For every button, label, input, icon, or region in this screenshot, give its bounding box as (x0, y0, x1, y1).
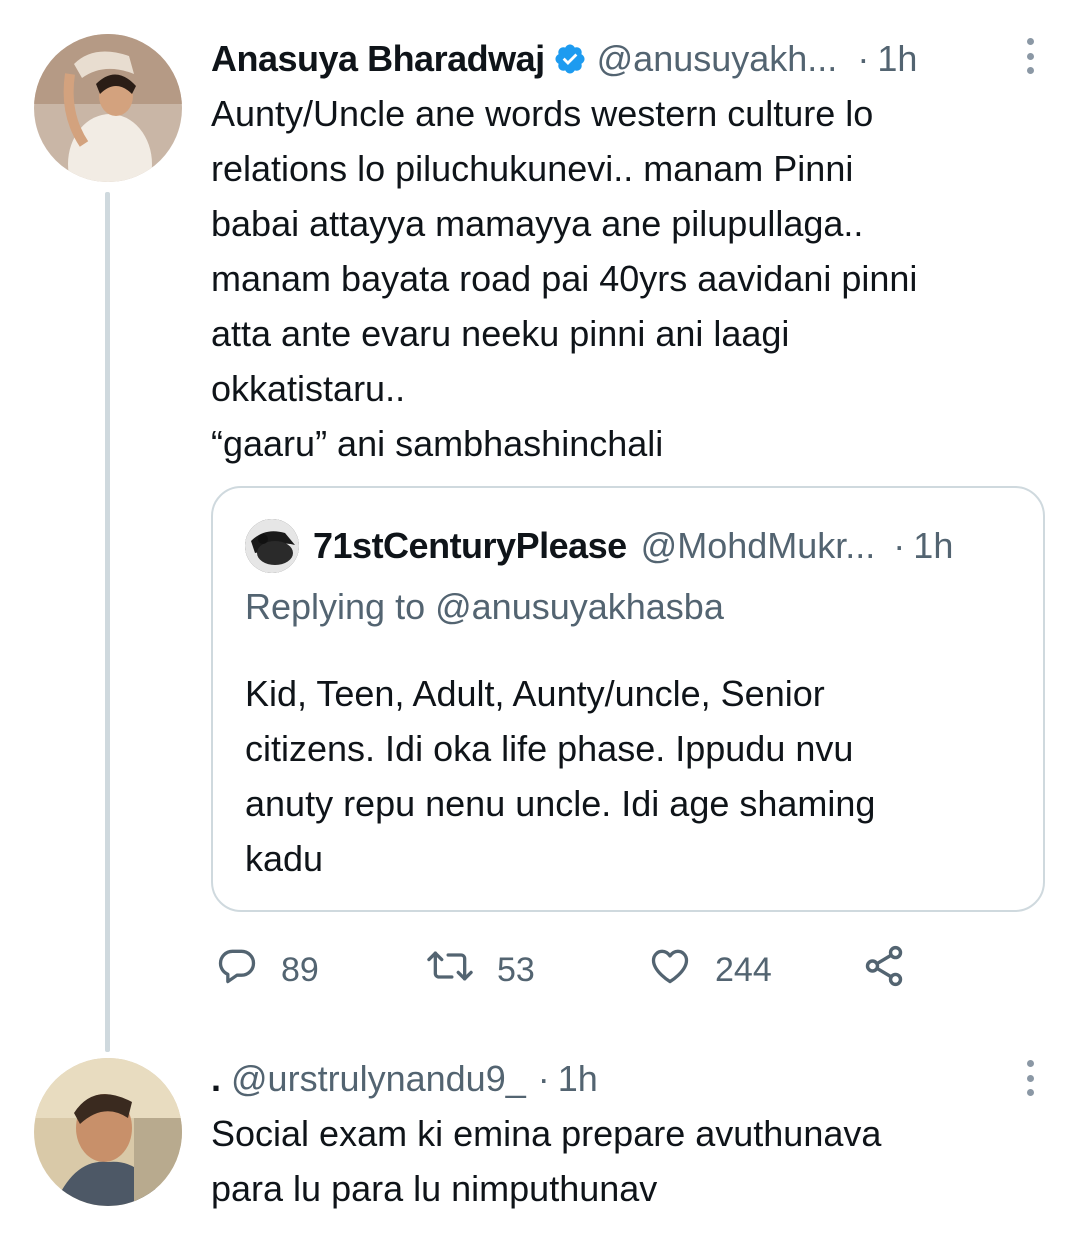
quoted-text-line: Kid, Teen, Adult, Aunty/uncle, Senior (245, 673, 825, 714)
quoted-author-avatar (245, 519, 299, 573)
tweet-text-line: manam bayata road pai 40yrs aavidani pin… (211, 258, 918, 299)
reply-icon (215, 944, 281, 997)
reply-text-line: Social exam ki emina prepare avuthunava (211, 1113, 882, 1154)
tweet-text: Aunty/Uncle ane words western culture lo… (211, 86, 1041, 471)
separator: · (537, 1058, 550, 1099)
quoted-tweet-text: Kid, Teen, Adult, Aunty/uncle, Senior ci… (245, 666, 1015, 886)
quoted-tweet-header: 71stCenturyPlease @MohdMukr... · 1h (245, 518, 953, 574)
quoted-text-line: citizens. Idi oka life phase. Ippudu nvu (245, 728, 854, 769)
tweet-text-line: okkatistaru.. (211, 368, 406, 409)
reply-author-handle[interactable]: @urstrulynandu9_ (231, 1058, 526, 1100)
tweet-text-line: babai attayya mamayya ane pilupullaga.. (211, 203, 864, 244)
reply-author-name[interactable]: . (211, 1058, 221, 1100)
retweet-count: 53 (497, 950, 535, 989)
more-icon[interactable] (1024, 38, 1036, 74)
quoted-author-handle: @MohdMukr... (640, 525, 876, 566)
like-count: 244 (715, 950, 772, 989)
tweet-text-line: relations lo piluchukunevi.. manam Pinni (211, 148, 854, 189)
tweet-text-line: “gaaru” ani sambhashinchali (211, 423, 664, 464)
quoted-timestamp: 1h (913, 525, 954, 566)
replying-to-label: Replying to @anusuyakhasba (245, 586, 724, 627)
reply-text: Social exam ki emina prepare avuthunava … (211, 1106, 1041, 1216)
like-icon (647, 944, 715, 997)
reply-text-line: para lu para lu nimputhunav (211, 1168, 658, 1209)
retweet-button[interactable]: 53 (425, 940, 535, 1000)
share-icon (861, 943, 929, 998)
author-handle[interactable]: @anusuyakh... (597, 38, 838, 80)
separator: · (857, 38, 870, 79)
reply-header: . @urstrulynandu9_ · 1h (211, 1054, 1031, 1104)
quoted-tweet-card[interactable]: 71stCenturyPlease @MohdMukr... · 1h Repl… (211, 486, 1045, 912)
verified-icon (553, 42, 587, 76)
quoted-author-name: 71stCenturyPlease (313, 525, 627, 566)
tweet-action-bar: 89 53 244 (211, 940, 971, 1000)
reply-button[interactable]: 89 (215, 940, 319, 1000)
reply-count: 89 (281, 950, 319, 989)
reply-timestamp[interactable]: 1h (558, 1058, 598, 1100)
tweet-text-line: Aunty/Uncle ane words western culture lo (211, 93, 874, 134)
retweet-icon (425, 944, 497, 997)
quoted-text-line: kadu (245, 838, 324, 879)
tweet-header: Anasuya Bharadwaj @anusuyakh... · 1h (211, 32, 1041, 86)
more-icon[interactable] (1024, 1060, 1036, 1096)
author-avatar[interactable] (34, 34, 182, 182)
reply-author-avatar[interactable] (34, 1058, 182, 1206)
thread-connector-line (105, 192, 110, 1052)
like-button[interactable]: 244 (647, 940, 772, 1000)
share-button[interactable] (861, 940, 929, 1000)
separator: · (893, 525, 906, 566)
author-name[interactable]: Anasuya Bharadwaj (211, 38, 545, 80)
tweet-text-line: atta ante evaru neeku pinni ani laagi (211, 313, 790, 354)
timestamp[interactable]: 1h (877, 38, 917, 80)
quoted-text-line: anuty repu nenu uncle. Idi age shaming (245, 783, 876, 824)
